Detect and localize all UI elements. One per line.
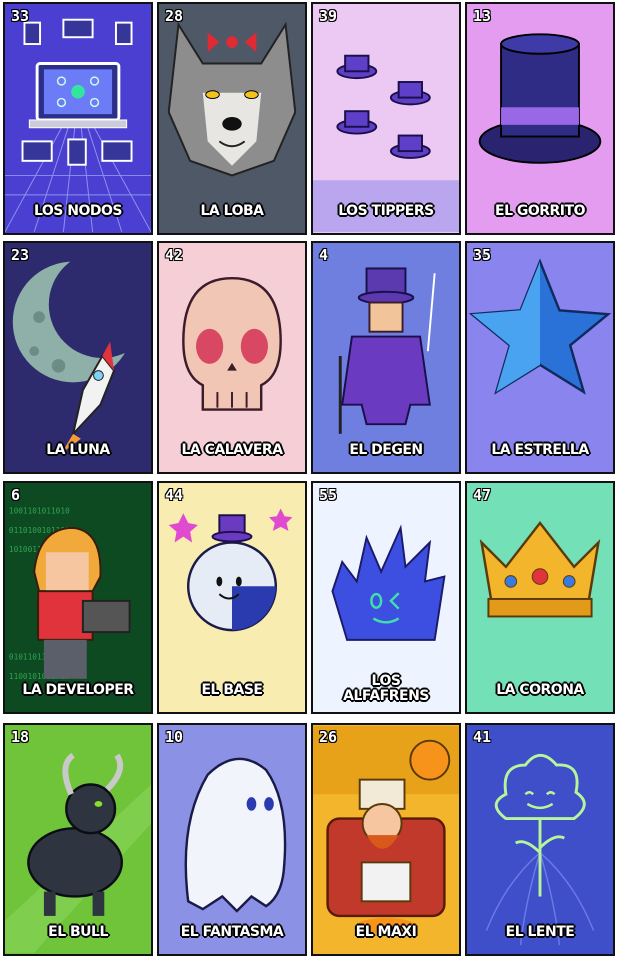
moon-rocket-icon [5, 244, 151, 471]
card-number: 26 [319, 728, 338, 746]
card-name: LA LUNA [46, 442, 110, 458]
wolf-icon [159, 5, 305, 232]
card-number: 33 [11, 7, 30, 25]
bitcoin-king-icon [313, 726, 459, 953]
card-number: 55 [319, 486, 338, 504]
card-number: 39 [319, 7, 338, 25]
developer-icon: 100110101101001101001011011010011010011 … [5, 484, 151, 711]
card-el-maxi[interactable]: 26 EL MAXI [311, 723, 461, 956]
card-el-bull[interactable]: 18 EL BULL [3, 723, 153, 956]
card-number: 28 [165, 7, 184, 25]
crown-icon [467, 484, 613, 711]
card-name: LOS ALFAFRENS [343, 673, 429, 704]
laptops-network-icon [5, 5, 151, 233]
card-name: LOS NODOS [33, 203, 123, 219]
card-el-degen[interactable]: 4 EL DEGEN [311, 241, 461, 474]
card-la-loba[interactable]: 28 LA LOBA [157, 2, 307, 235]
card-number: 6 [11, 486, 21, 504]
card-number: 42 [165, 246, 184, 264]
card-name: LOS TIPPERS [338, 203, 434, 219]
ball-character-icon [159, 484, 305, 711]
card-name: EL LENTE [505, 924, 575, 940]
card-number: 18 [11, 728, 30, 746]
card-number: 35 [473, 246, 492, 264]
loteria-grid: 33 LOS NODOS 28 LA LOBA 39 LOS TIPPERS 1… [0, 0, 618, 960]
card-name: LA ESTRELLA [491, 442, 589, 458]
card-number: 47 [473, 486, 492, 504]
card-name: LA DEVELOPER [22, 682, 134, 698]
card-name: LA CORONA [496, 682, 584, 698]
card-el-base[interactable]: 44 EL BASE [157, 481, 307, 714]
card-name: LA CALAVERA [181, 442, 283, 458]
card-name: EL FANTASMA [180, 924, 284, 940]
card-number: 13 [473, 7, 492, 25]
card-la-calavera[interactable]: 42 LA CALAVERA [157, 241, 307, 474]
card-los-tippers[interactable]: 39 LOS TIPPERS [311, 2, 461, 235]
card-name: EL BASE [201, 682, 263, 698]
svg-text:1001101011010: 1001101011010 [9, 506, 70, 515]
card-name: EL DEGEN [349, 442, 423, 458]
skull-icon [159, 244, 305, 471]
card-los-nodos[interactable]: 33 LOS NODOS [3, 2, 153, 235]
top-hats-icon [313, 5, 459, 232]
top-hat-icon [467, 5, 613, 232]
card-name: LA LOBA [200, 203, 264, 219]
gentleman-icon [313, 244, 459, 471]
card-number: 23 [11, 246, 30, 264]
card-number: 4 [319, 246, 329, 264]
card-name: EL BULL [48, 924, 108, 940]
card-el-fantasma[interactable]: 10 EL FANTASMA [157, 723, 307, 956]
card-el-lente[interactable]: 41 EL LENTE [465, 723, 615, 956]
card-name: EL MAXI [355, 924, 417, 940]
ghost-icon [159, 726, 305, 953]
card-la-developer[interactable]: 100110101101001101001011011010011010011 … [3, 481, 153, 714]
bull-icon [5, 726, 151, 953]
card-name: EL GORRITO [495, 203, 585, 219]
card-el-gorrito[interactable]: 13 EL GORRITO [465, 2, 615, 235]
card-number: 44 [165, 486, 184, 504]
card-number: 10 [165, 728, 184, 746]
star-icon [467, 244, 613, 471]
lens-plant-icon [467, 726, 613, 953]
card-la-luna[interactable]: 23 LA LUNA [3, 241, 153, 474]
card-la-estrella[interactable]: 35 LA ESTRELLA [465, 241, 615, 474]
card-los-alfafrens[interactable]: 55 LOS ALFAFRENS [311, 481, 461, 714]
card-la-corona[interactable]: 47 LA CORONA [465, 481, 615, 714]
card-number: 41 [473, 728, 492, 746]
